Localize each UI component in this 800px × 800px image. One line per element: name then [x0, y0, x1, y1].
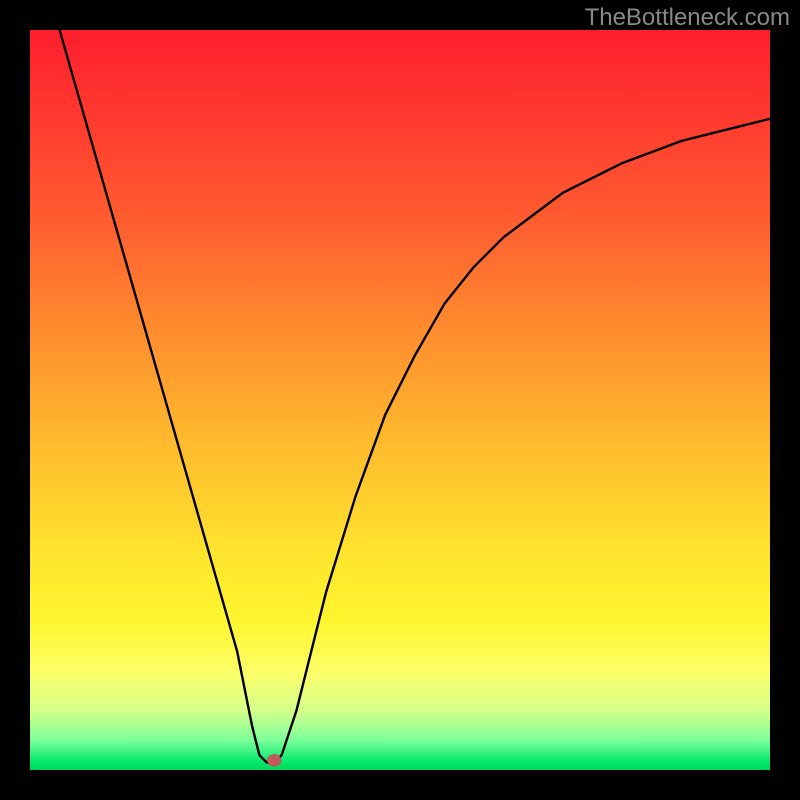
chart-container: TheBottleneck.com [0, 0, 800, 800]
gradient-background [30, 30, 770, 770]
watermark-text: TheBottleneck.com [585, 4, 790, 32]
plot-area [30, 30, 770, 770]
